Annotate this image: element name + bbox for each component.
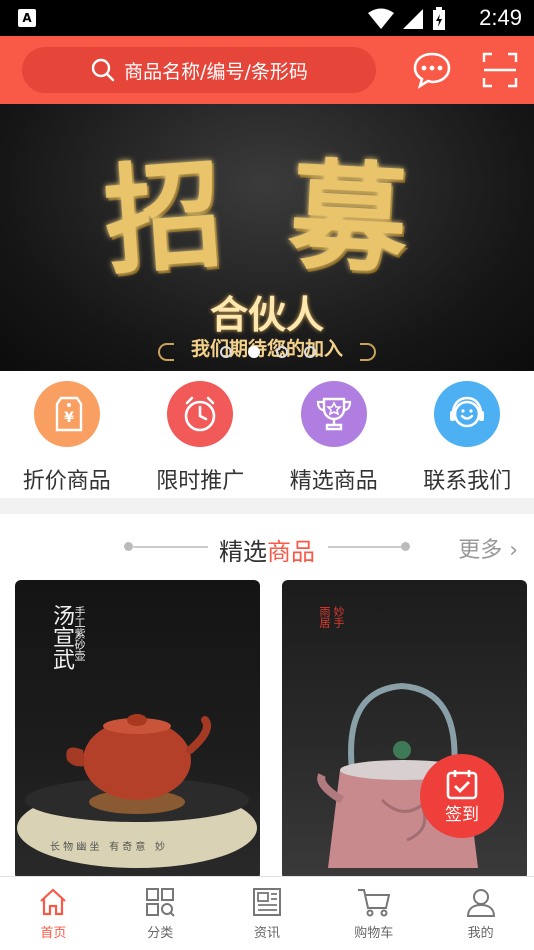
calendar-check-icon (446, 769, 478, 799)
signin-label: 签到 (445, 804, 479, 825)
tab-label: 我的 (467, 926, 494, 941)
featured-title-accent: 商品 (267, 538, 315, 566)
quick-link-contact[interactable]: 联系我们 (401, 371, 534, 498)
svg-text:长 物 幽 坐 有 奇 意 妙: 长 物 幽 坐 有 奇 意 妙 (50, 840, 165, 853)
section-divider-line (328, 546, 404, 548)
search-input[interactable]: 商品名称/编号/条形码 (22, 47, 376, 93)
quick-link-flash[interactable]: 限时推广 (134, 371, 268, 498)
more-label: 更多 (458, 538, 503, 563)
news-icon (252, 888, 281, 916)
clock: 2:49 (479, 5, 522, 30)
chat-bubble-icon[interactable] (412, 50, 452, 90)
featured-title: 精选商品 (0, 532, 534, 567)
quick-links: ¥ 折价商品 限时推广 精选商品 联系我们 (0, 371, 534, 498)
banner-subtitle: 合伙人 (209, 292, 324, 337)
tab-label: 首页 (40, 926, 67, 941)
quick-link-label: 联系我们 (423, 469, 512, 494)
tab-category[interactable]: 分类 (107, 877, 214, 950)
status-icons (368, 7, 446, 31)
price-tag-icon: ¥ (33, 381, 100, 447)
carousel-dot[interactable] (276, 346, 288, 358)
promo-banner[interactable]: 招 募 合伙人 我们期待您的加入 (0, 104, 534, 371)
battery-icon (433, 7, 445, 30)
carousel-dot[interactable] (304, 346, 316, 358)
banner-headline-2: 募 (285, 144, 412, 290)
carousel-dot-active[interactable] (248, 346, 260, 358)
top-bar: 商品名称/编号/条形码 (0, 36, 534, 104)
quick-link-featured[interactable]: 精选商品 (267, 371, 401, 498)
tab-cart[interactable]: 购物车 (320, 877, 427, 950)
tab-home[interactable]: 首页 (0, 877, 107, 950)
wifi-icon (368, 8, 394, 29)
tab-profile[interactable]: 我的 (427, 877, 534, 950)
search-placeholder: 商品名称/编号/条形码 (124, 60, 308, 83)
status-bar: A 2:49 (0, 0, 534, 36)
alarm-clock-icon (167, 381, 234, 447)
signin-button[interactable]: 签到 (420, 754, 504, 838)
banner-headline-1: 招 (99, 144, 228, 291)
tab-label: 分类 (147, 926, 174, 941)
user-icon (466, 889, 495, 917)
chevron-right-icon: › (502, 538, 518, 563)
product-card[interactable]: 妙手 雨居 (282, 580, 527, 880)
carousel-dot[interactable] (220, 346, 232, 358)
quick-link-label: 精选商品 (289, 469, 378, 494)
quick-link-label: 折价商品 (22, 469, 111, 494)
more-link[interactable]: 更多 › (458, 532, 518, 564)
tab-label: 资讯 (253, 926, 280, 941)
app-notification-icon: A (18, 9, 36, 27)
category-grid-icon (146, 888, 175, 917)
cart-icon (357, 889, 391, 917)
product-card[interactable]: 汤宣武 手工紫砂壶 长 物 幽 坐 有 奇 意 妙 (15, 580, 260, 880)
bottom-tab-bar: 首页 分类 资讯 购物车 我的 (0, 876, 534, 950)
home-icon (40, 888, 67, 916)
carousel-indicator (220, 346, 316, 358)
signal-icon (403, 9, 423, 29)
scan-frame-icon[interactable] (482, 52, 518, 88)
headset-icon (434, 381, 501, 447)
section-divider-dot (401, 542, 410, 551)
featured-header: 精选商品 更多 › (0, 514, 534, 580)
quick-link-discount[interactable]: ¥ 折价商品 (0, 371, 134, 498)
tab-label: 购物车 (354, 926, 394, 941)
featured-title-plain: 精选 (219, 538, 267, 566)
trophy-star-icon (300, 381, 367, 447)
kettle-image (317, 682, 478, 868)
tab-news[interactable]: 资讯 (214, 877, 321, 950)
search-icon (91, 58, 115, 82)
teapot-image: 长 物 幽 坐 有 奇 意 妙 (17, 714, 257, 868)
quick-link-label: 限时推广 (156, 469, 245, 494)
svg-text:¥: ¥ (64, 410, 74, 426)
